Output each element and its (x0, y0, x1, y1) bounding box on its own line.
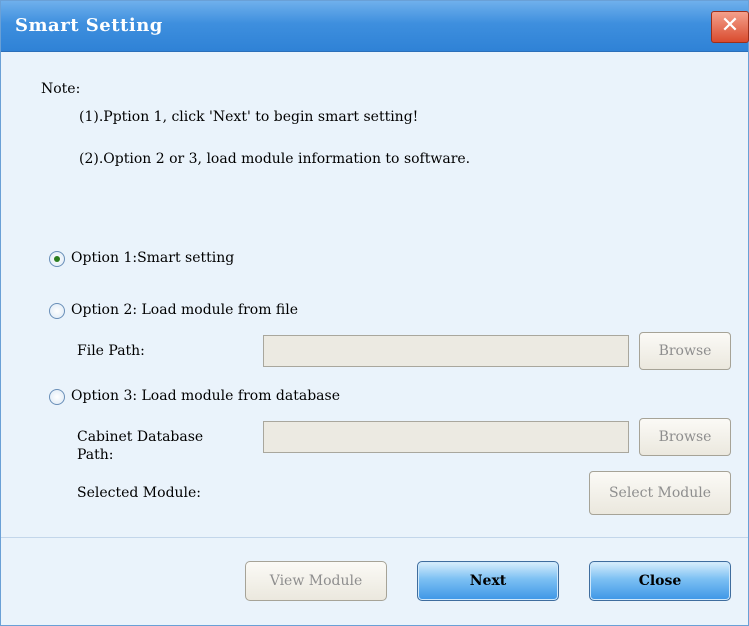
close-window-button[interactable]: ✕ (711, 11, 749, 43)
cabinet-db-label-line-1: Cabinet Database (77, 429, 204, 445)
footer-divider (1, 537, 748, 538)
selected-module-label: Selected Module: (77, 485, 202, 501)
note-line-1: (1).Pption 1, click 'Next' to begin smar… (79, 109, 419, 125)
note-heading: Note: (41, 81, 81, 97)
option-1-label[interactable]: Option 1:Smart setting (71, 250, 234, 266)
file-path-input[interactable] (263, 335, 629, 367)
file-path-browse-button[interactable]: Browse (639, 332, 731, 370)
view-module-button[interactable]: View Module (245, 561, 387, 601)
title-bar[interactable]: Smart Setting ✕ (1, 1, 749, 52)
file-path-label: File Path: (77, 343, 145, 359)
next-button[interactable]: Next (417, 561, 559, 601)
option-3-radio[interactable] (49, 389, 65, 405)
window-title: Smart Setting (15, 15, 163, 36)
note-line-2: (2).Option 2 or 3, load module informati… (79, 151, 471, 167)
smart-setting-dialog: Smart Setting ✕ Note: (1).Pption 1, clic… (0, 0, 749, 626)
option-2-label[interactable]: Option 2: Load module from file (71, 302, 298, 318)
option-1-radio[interactable] (49, 251, 65, 267)
select-module-button[interactable]: Select Module (589, 471, 731, 515)
dialog-content: Note: (1).Pption 1, click 'Next' to begi… (9, 61, 742, 521)
option-3-label[interactable]: Option 3: Load module from database (71, 388, 340, 404)
cabinet-db-path-input[interactable] (263, 421, 629, 453)
cabinet-db-label-line-2: Path: (77, 447, 114, 463)
close-button[interactable]: Close (589, 561, 731, 601)
cabinet-db-browse-button[interactable]: Browse (639, 418, 731, 456)
option-2-radio[interactable] (49, 303, 65, 319)
